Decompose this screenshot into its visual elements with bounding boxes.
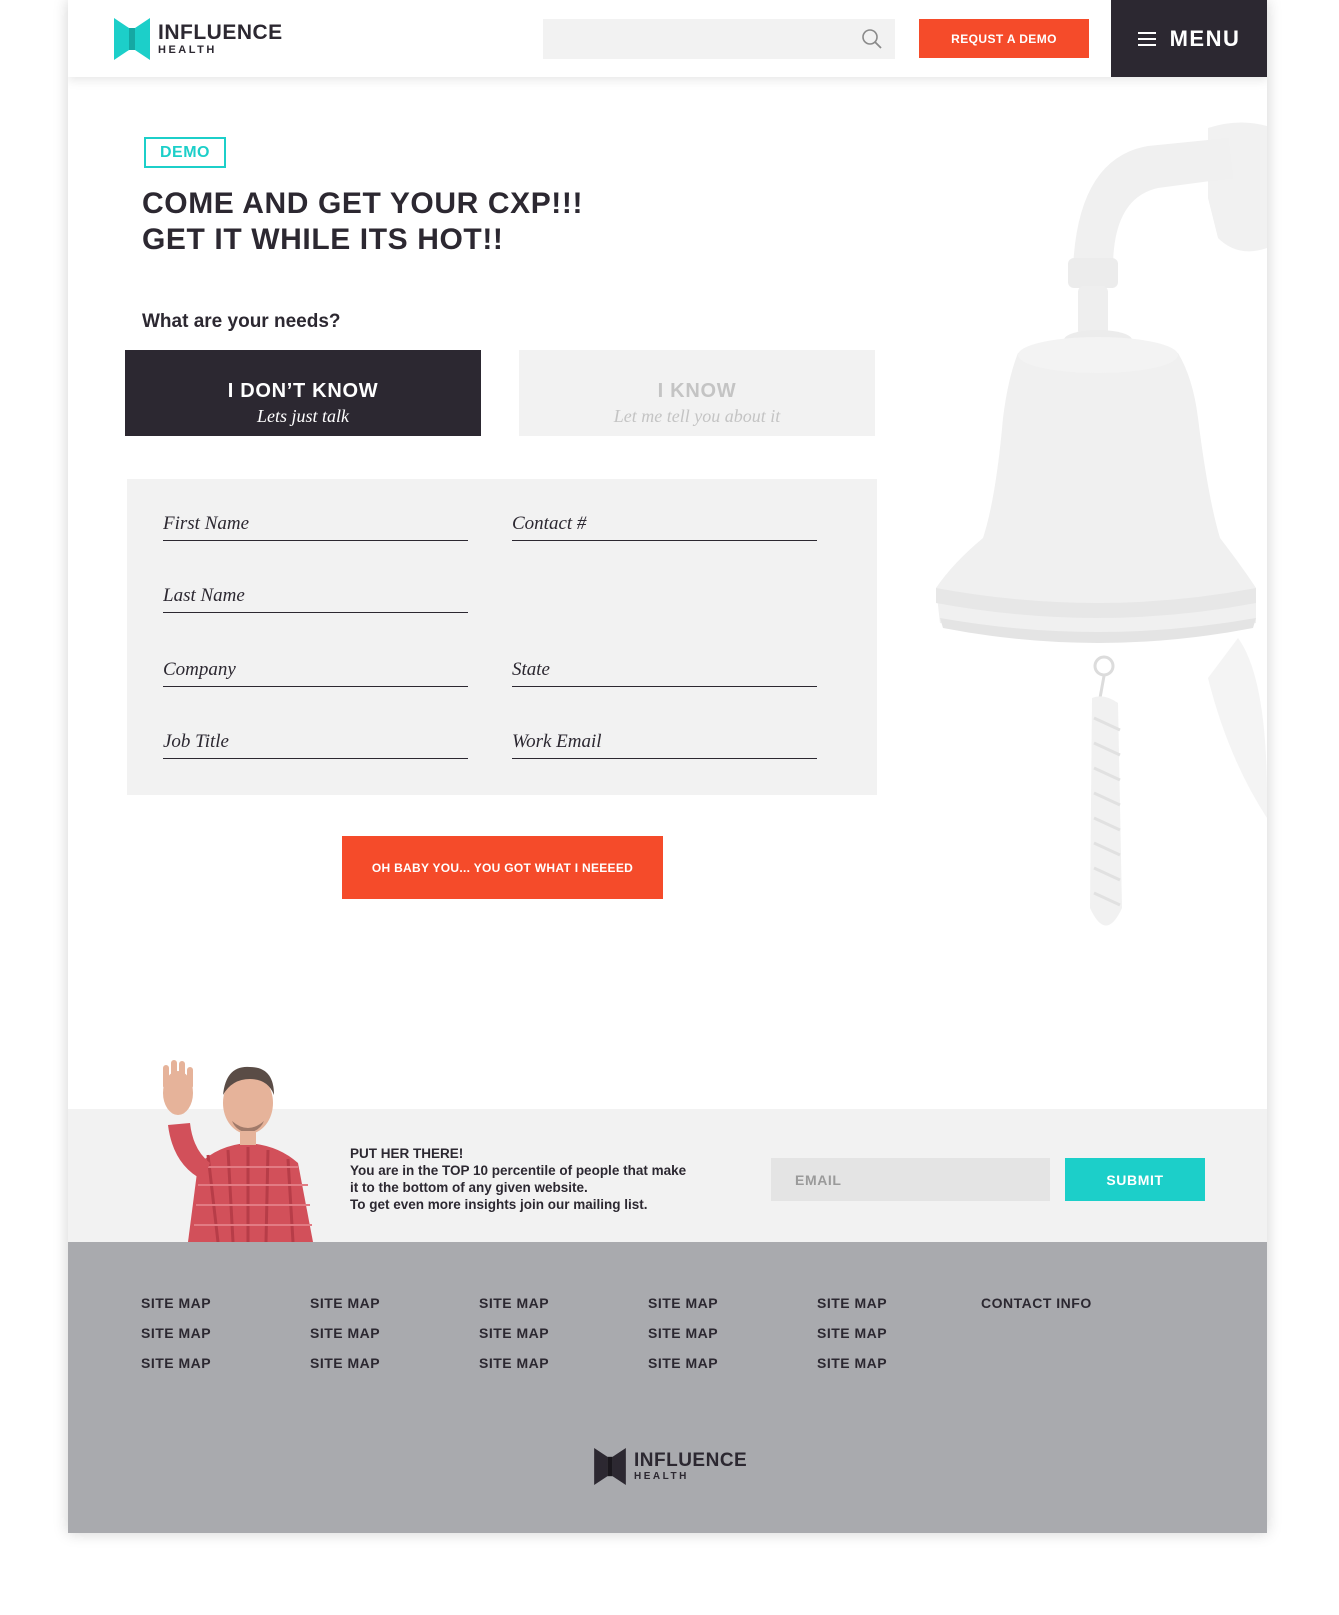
newsletter-line-3: it to the bottom of any given website. [350, 1180, 588, 1195]
demo-tag: DEMO [144, 137, 226, 168]
footer-logo-mark-icon [594, 1448, 626, 1485]
footer-column-3: SITE MAP SITE MAP SITE MAP [479, 1288, 549, 1378]
choice-dont-know-subtitle: Lets just talk [256, 405, 349, 426]
footer-column-4: SITE MAP SITE MAP SITE MAP [648, 1288, 718, 1378]
footer-link[interactable]: SITE MAP [310, 1288, 380, 1318]
footer-logo[interactable]: INFLUENCE HEALTH [594, 1448, 747, 1485]
contact-form [127, 479, 877, 795]
footer-link[interactable]: SITE MAP [648, 1318, 718, 1348]
footer-link[interactable]: SITE MAP [817, 1318, 887, 1348]
footer-link[interactable]: SITE MAP [141, 1288, 211, 1318]
site-header: INFLUENCE HEALTH REQUST A DEMO MENU [68, 0, 1267, 77]
search-box [543, 19, 895, 59]
choice-know[interactable]: I KNOW Let me tell you about it [519, 350, 875, 436]
menu-label: MENU [1169, 25, 1241, 51]
search-input[interactable] [543, 19, 895, 59]
contact-field [512, 507, 817, 541]
footer-link[interactable]: SITE MAP [817, 1288, 887, 1318]
job-title-input[interactable] [163, 725, 468, 758]
work-email-input[interactable] [512, 725, 817, 758]
footer-link[interactable]: SITE MAP [141, 1348, 211, 1378]
choice-know-subtitle: Let me tell you about it [613, 405, 781, 426]
last-name-input[interactable] [163, 579, 468, 612]
headline-line-2: GET IT WHILE ITS HOT!! [142, 223, 504, 256]
newsletter-text: PUT HER THERE! You are in the TOP 10 per… [350, 1145, 686, 1213]
footer-column-1: SITE MAP SITE MAP SITE MAP [141, 1288, 211, 1378]
footer-column-5: SITE MAP SITE MAP SITE MAP [817, 1288, 887, 1378]
choice-know-title: I KNOW [657, 379, 737, 402]
footer-link[interactable]: SITE MAP [648, 1288, 718, 1318]
waving-man-image [163, 1060, 313, 1242]
state-input[interactable] [512, 653, 817, 686]
headline-line-1: COME AND GET YOUR CXP!!! [142, 187, 584, 220]
footer-logo-name: INFLUENCE [634, 1450, 748, 1471]
footer-link[interactable]: SITE MAP [817, 1348, 887, 1378]
company-field [163, 653, 468, 687]
job-title-field [163, 725, 468, 759]
footer-link[interactable]: SITE MAP [310, 1318, 380, 1348]
needs-label: What are your needs? [142, 311, 341, 332]
contact-info-link[interactable]: CONTACT INFO [981, 1288, 1092, 1318]
hamburger-icon [1137, 31, 1156, 46]
newsletter-line-2: You are in the TOP 10 percentile of peop… [350, 1163, 687, 1178]
footer-link[interactable]: SITE MAP [479, 1318, 549, 1348]
newsletter-submit-button[interactable]: SUBMIT [1065, 1158, 1205, 1201]
choice-dont-know-title: I DON’T KNOW [227, 379, 379, 402]
footer-column-2: SITE MAP SITE MAP SITE MAP [310, 1288, 380, 1378]
logo-sub: HEALTH [158, 44, 217, 56]
logo-name: INFLUENCE [158, 21, 283, 44]
state-field [512, 653, 817, 687]
newsletter-line-4: To get even more insights join our maili… [350, 1197, 648, 1212]
footer-link[interactable]: SITE MAP [141, 1318, 211, 1348]
first-name-field [163, 507, 468, 541]
form-submit-button[interactable]: OH BABY YOU... YOU GOT WHAT I NEEEED [342, 836, 663, 899]
site-logo[interactable]: INFLUENCE HEALTH [114, 18, 283, 60]
site-footer: SITE MAP SITE MAP SITE MAP SITE MAP SITE… [68, 1242, 1267, 1533]
menu-button[interactable]: MENU [1111, 0, 1267, 77]
footer-logo-sub: HEALTH [634, 1471, 689, 1482]
request-demo-button[interactable]: REQUST A DEMO [919, 19, 1089, 58]
search-icon[interactable] [861, 28, 883, 50]
first-name-input[interactable] [163, 507, 468, 540]
contact-input[interactable] [512, 507, 817, 540]
last-name-field [163, 579, 468, 613]
logo-text: INFLUENCE HEALTH [158, 22, 283, 56]
footer-link[interactable]: SITE MAP [479, 1348, 549, 1378]
logo-mark-icon [114, 18, 150, 60]
company-input[interactable] [163, 653, 468, 686]
work-email-field [512, 725, 817, 759]
footer-link[interactable]: SITE MAP [479, 1288, 549, 1318]
page: INFLUENCE HEALTH REQUST A DEMO MENU DEMO… [68, 0, 1267, 1533]
choice-dont-know[interactable]: I DON’T KNOW Lets just talk [125, 350, 481, 436]
newsletter-heading: PUT HER THERE! [350, 1146, 464, 1161]
footer-link[interactable]: SITE MAP [648, 1348, 718, 1378]
page-title: COME AND GET YOUR CXP!!! GET IT WHILE IT… [142, 186, 583, 258]
newsletter-email-input[interactable] [771, 1158, 1050, 1201]
bell-image [936, 122, 1267, 926]
footer-link[interactable]: SITE MAP [310, 1348, 380, 1378]
footer-logo-text: INFLUENCE HEALTH [634, 1451, 747, 1482]
